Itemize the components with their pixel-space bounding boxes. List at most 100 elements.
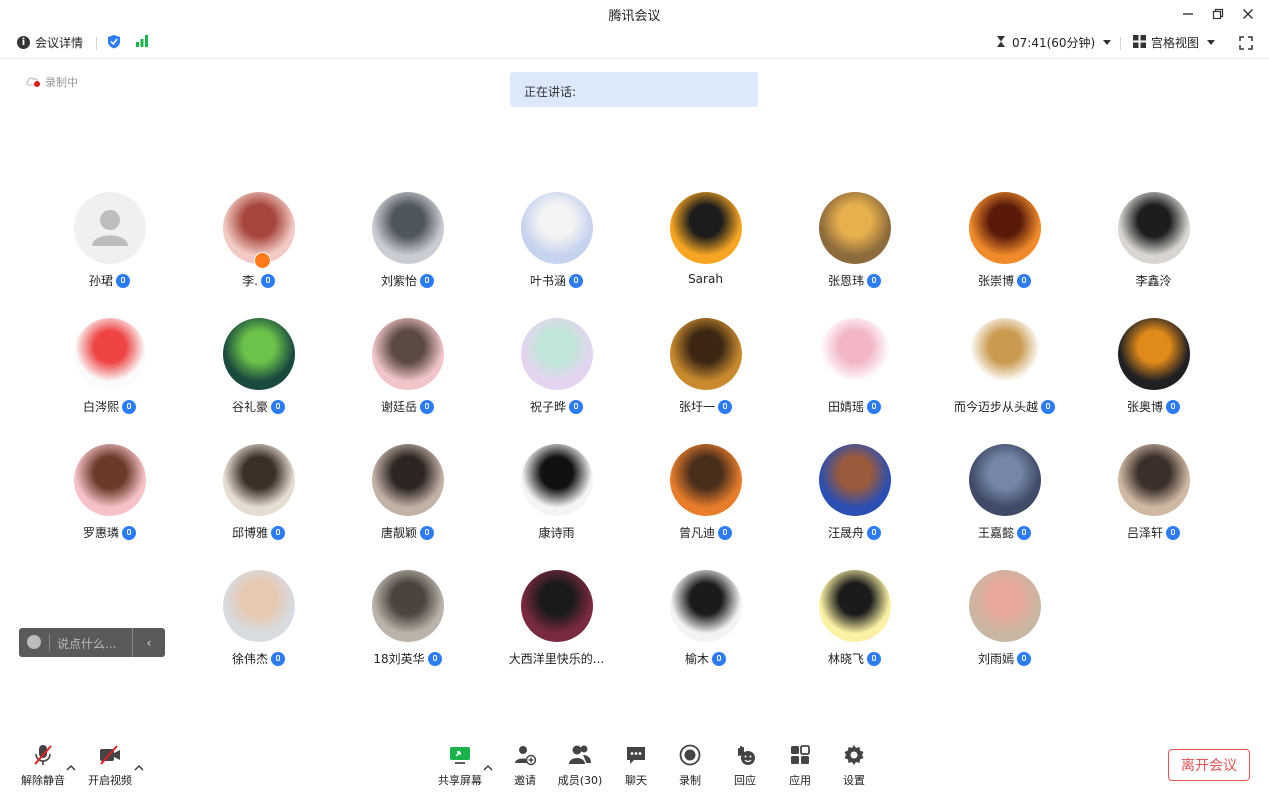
participant-tile[interactable]: 张圩一 <box>631 318 780 418</box>
avatar <box>969 444 1041 516</box>
close-icon[interactable] <box>1236 4 1260 24</box>
mic-status-icon <box>271 399 285 414</box>
participant-name-text: 曾凡迪 <box>678 526 715 540</box>
participant-tile[interactable]: 李鑫泠 <box>1079 192 1228 292</box>
restore-icon[interactable] <box>1206 4 1230 24</box>
participant-tile[interactable]: 徐伟杰 <box>184 570 333 670</box>
participant-tile[interactable]: 曾凡迪 <box>631 444 780 544</box>
participant-tile[interactable]: 王嘉懿 <box>930 444 1079 544</box>
recording-dot-icon <box>34 81 40 87</box>
speaking-label: 正在讲话: <box>524 85 577 99</box>
start-video-button[interactable]: 开启视频 <box>85 742 135 792</box>
mic-status-icon <box>718 399 732 414</box>
members-button[interactable]: 成员(30) <box>555 742 605 792</box>
participant-name: 张恩玮 <box>780 272 929 289</box>
chevron-left-icon[interactable]: ‹ <box>132 628 165 657</box>
participant-name: 孙珺 <box>35 272 184 289</box>
invite-button[interactable]: 邀请 <box>505 742 545 792</box>
participant-tile[interactable]: 大西洋里快乐的... <box>482 570 631 670</box>
participant-name-text: 张圩一 <box>678 400 715 414</box>
avatar <box>1118 318 1190 390</box>
security-shield-icon[interactable] <box>107 34 121 49</box>
participant-tile[interactable]: 祝子晔 <box>482 318 631 418</box>
participant-tile[interactable]: 邱博雅 <box>184 444 333 544</box>
chevron-up-icon[interactable] <box>134 758 144 771</box>
chat-button[interactable]: 聊天 <box>616 742 656 792</box>
participant-tile[interactable]: 李. <box>184 192 333 292</box>
avatar <box>969 192 1041 264</box>
apps-button[interactable]: 应用 <box>780 742 820 792</box>
participant-name: 白涔熙 <box>35 398 184 415</box>
share-screen-button[interactable]: 共享屏幕 <box>435 742 485 792</box>
participant-tile[interactable]: 18刘英华 <box>333 570 482 670</box>
participant-tile[interactable]: 榆木 <box>631 570 780 670</box>
participant-tile[interactable]: 白涔熙 <box>35 318 184 418</box>
participant-tile[interactable]: 刘雨嫣 <box>930 570 1079 670</box>
unmute-button[interactable]: 解除静音 <box>18 742 68 792</box>
avatar <box>819 318 891 390</box>
chevron-up-icon[interactable] <box>483 758 493 771</box>
meeting-details-button[interactable]: i 会议详情 <box>17 34 83 51</box>
participant-tile[interactable]: 张恩玮 <box>780 192 929 292</box>
chat-input[interactable]: 说点什么... <box>57 635 116 652</box>
minimize-icon[interactable] <box>1176 4 1200 24</box>
chat-label: 聊天 <box>625 774 647 787</box>
mic-status-icon <box>420 399 434 414</box>
emoji-icon[interactable] <box>27 635 41 649</box>
participant-name: 谢廷岳 <box>333 398 482 415</box>
participant-name: 罗惠璘 <box>35 524 184 541</box>
mic-status-icon <box>1017 273 1031 288</box>
participant-name: 田婧瑶 <box>780 398 929 415</box>
invite-label: 邀请 <box>514 774 536 787</box>
avatar <box>223 570 295 642</box>
participant-tile[interactable]: 田婧瑶 <box>780 318 929 418</box>
participant-name: 榆木 <box>631 650 780 667</box>
participant-tile[interactable]: 叶书涵 <box>482 192 631 292</box>
participant-tile[interactable]: 张奥博 <box>1079 318 1228 418</box>
participant-name-text: 田婧瑶 <box>827 400 864 414</box>
participant-tile[interactable]: 谷礼豪 <box>184 318 333 418</box>
participant-name-text: Sarah <box>688 272 723 286</box>
participant-tile[interactable]: 罗惠璘 <box>35 444 184 544</box>
avatar <box>521 192 593 264</box>
quick-chat-bar[interactable]: 说点什么... ‹ <box>19 628 165 657</box>
avatar <box>1118 192 1190 264</box>
mic-status-icon <box>271 525 285 540</box>
leave-meeting-button[interactable]: 离开会议 <box>1168 749 1250 781</box>
mic-status-icon <box>867 399 881 414</box>
participant-tile[interactable]: 吕泽轩 <box>1079 444 1228 544</box>
participant-tile[interactable]: 刘紫怡 <box>333 192 482 292</box>
record-button[interactable]: 录制 <box>670 742 710 792</box>
participant-name: 张奥博 <box>1079 398 1228 415</box>
participant-tile[interactable]: 康诗雨 <box>482 444 631 544</box>
chevron-up-icon[interactable] <box>66 758 76 771</box>
participant-tile[interactable]: 林晓飞 <box>780 570 929 670</box>
view-mode-button[interactable]: 宫格视图 <box>1133 34 1216 51</box>
mic-status-icon <box>420 273 434 288</box>
mic-status-icon <box>569 399 583 414</box>
avatar <box>372 570 444 642</box>
avatar <box>223 444 295 516</box>
signal-strength-icon[interactable] <box>135 34 149 47</box>
participant-name-text: 叶书涵 <box>529 274 566 288</box>
participant-name: 曾凡迪 <box>631 524 780 541</box>
apps-label: 应用 <box>789 774 811 787</box>
participant-name-text: 张恩玮 <box>827 274 864 288</box>
participant-tile[interactable]: 谢廷岳 <box>333 318 482 418</box>
participant-tile[interactable]: 张崇博 <box>930 192 1079 292</box>
settings-button[interactable]: 设置 <box>834 742 874 792</box>
meeting-timer[interactable]: 07:41(60分钟) <box>996 34 1112 51</box>
avatar <box>969 570 1041 642</box>
participant-tile[interactable]: 孙珺 <box>35 192 184 292</box>
mic-status-icon <box>420 525 434 540</box>
participant-tile[interactable]: 而今迈步从头越 <box>930 318 1079 418</box>
participant-name-text: 唐靓颖 <box>380 526 417 540</box>
participant-tile[interactable]: 汪晟舟 <box>780 444 929 544</box>
reactions-button[interactable]: 回应 <box>725 742 765 792</box>
mic-status-icon <box>712 651 726 666</box>
participant-tile[interactable]: Sarah <box>631 192 780 292</box>
avatar <box>670 192 742 264</box>
fullscreen-icon[interactable] <box>1239 36 1253 50</box>
participant-tile[interactable]: 唐靓颖 <box>333 444 482 544</box>
record-label: 录制 <box>679 774 701 787</box>
